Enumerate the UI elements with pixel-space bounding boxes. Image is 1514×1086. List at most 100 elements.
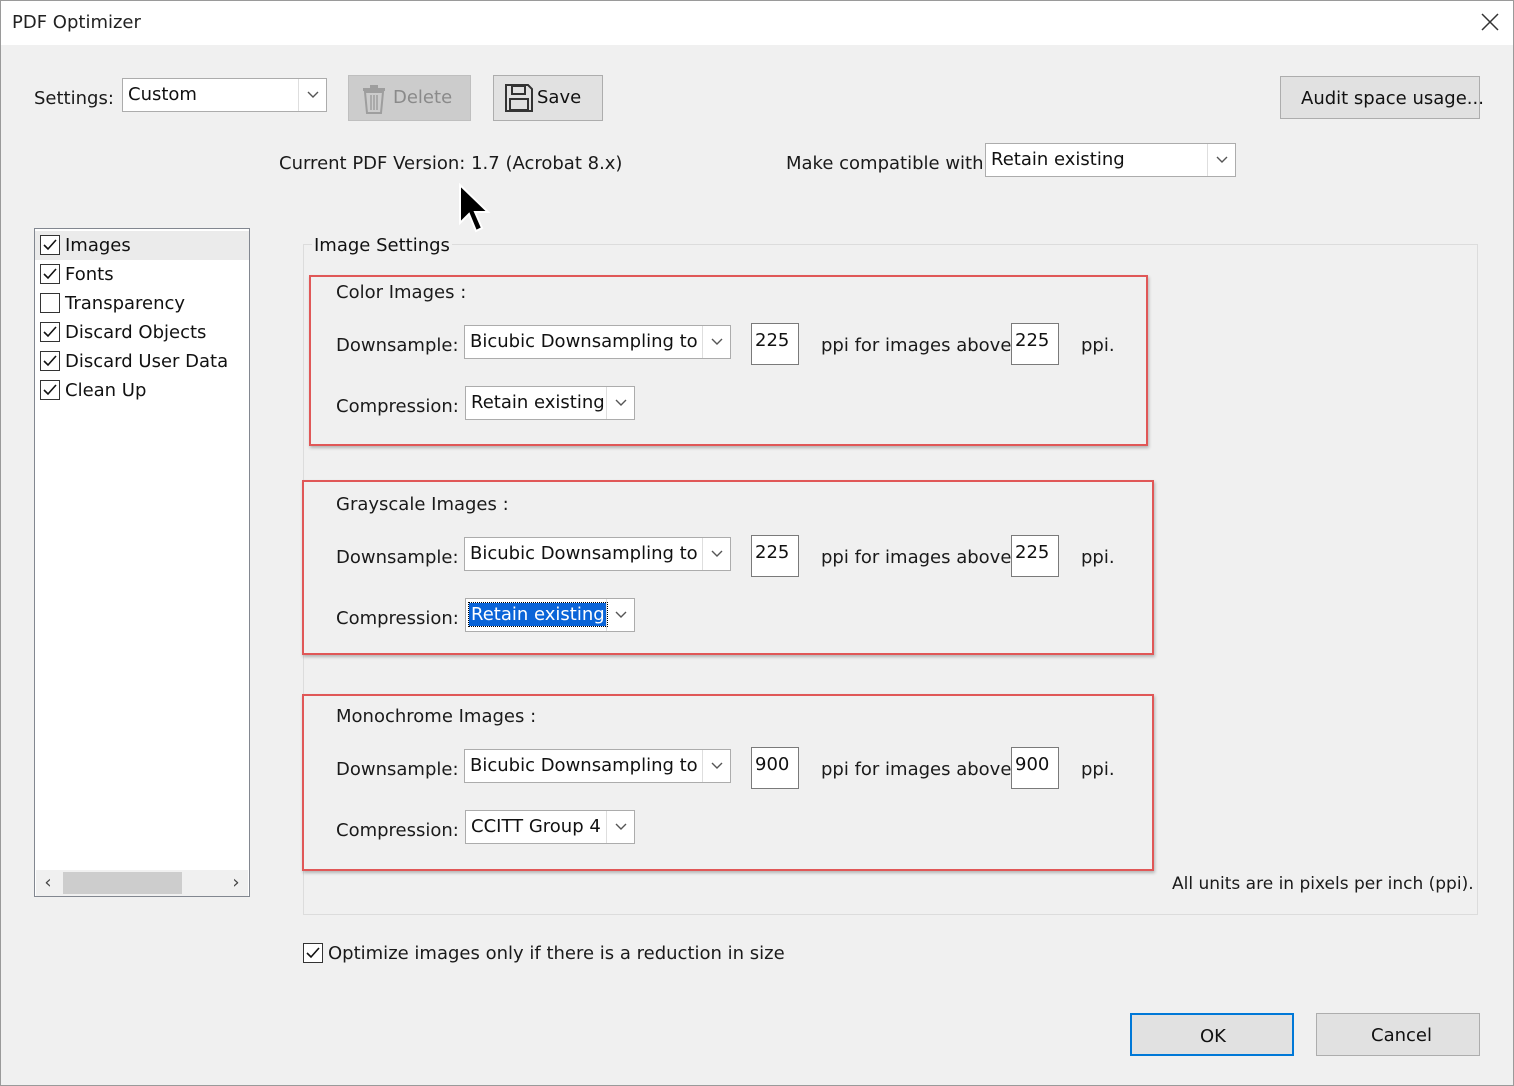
list-item-images[interactable]: Images [35,231,249,260]
scrollbar-thumb[interactable] [63,872,182,894]
optimize-only-label[interactable]: Optimize images only if there is a reduc… [328,943,785,964]
trash-icon [363,85,385,114]
settings-label: Settings: [34,88,114,109]
current-pdf-version: Current PDF Version: 1.7 (Acrobat 8.x) [279,153,623,174]
discard-user-data-checkbox[interactable] [40,351,60,371]
audit-button-label: Audit space usage... [1301,88,1484,109]
threshold-ppi-value: 225 [1015,330,1050,351]
floppy-disk-icon [505,84,533,112]
color-downsample-select[interactable]: Bicubic Downsampling to [464,325,731,359]
threshold-ppi-value: 900 [1015,754,1050,775]
monochrome-threshold-ppi-input[interactable]: 900 [1011,747,1059,789]
delete-button[interactable]: Delete [348,75,471,121]
compression-value: Retain existing [471,392,605,413]
ok-button[interactable]: OK [1130,1013,1294,1056]
list-item-label: Discard Objects [65,322,207,343]
grayscale-downsample-select[interactable]: Bicubic Downsampling to [464,537,731,571]
list-item-label: Transparency [65,293,186,314]
settings-preset-value: Custom [128,84,197,105]
compression-value: Retain existing [468,602,608,627]
clean-up-checkbox[interactable] [40,380,60,400]
list-item-label: Discard User Data [65,351,229,372]
checkmark-icon [43,239,57,251]
monochrome-compression-select[interactable]: CCITT Group 4 [465,810,635,844]
list-item-label: Fonts [65,264,114,285]
list-item-clean-up[interactable]: Clean Up [35,376,249,405]
monochrome-target-ppi-input[interactable]: 900 [751,747,799,789]
threshold-ppi-value: 225 [1015,542,1050,563]
checkmark-icon [43,326,57,338]
target-ppi-value: 900 [755,754,790,775]
close-icon [1481,13,1499,31]
list-item-label: Images [65,235,131,256]
chevron-down-icon [606,599,634,631]
chevron-right-icon[interactable]: › [224,870,248,896]
compatibility-select[interactable]: Retain existing [985,143,1236,177]
chevron-left-icon[interactable]: ‹ [36,870,60,896]
compatibility-value: Retain existing [991,149,1125,170]
checkmark-icon [306,947,320,959]
chevron-down-icon [702,538,730,570]
compatible-label: Make compatible with: [786,153,990,174]
mouse-pointer-icon [459,183,491,233]
save-button-label: Save [537,87,582,108]
category-list[interactable]: Images Fonts Transparency Discard Object… [34,228,250,897]
ppi-suffix: ppi. [1081,547,1115,568]
grayscale-threshold-ppi-input[interactable]: 225 [1011,535,1059,577]
chevron-down-icon [606,387,634,419]
compression-label: Compression: [336,396,459,417]
ppi-suffix: ppi. [1081,759,1115,780]
chevron-down-icon [702,750,730,782]
audit-space-usage-button[interactable]: Audit space usage... [1280,76,1484,119]
list-item-fonts[interactable]: Fonts [35,260,249,289]
downsample-label: Downsample: [336,547,459,568]
list-item-transparency[interactable]: Transparency [35,289,249,318]
downsample-method: Bicubic Downsampling to [470,543,698,564]
compression-label: Compression: [336,608,459,629]
chevron-down-icon [1207,144,1235,176]
chevron-down-icon [702,326,730,358]
units-note: All units are in pixels per inch (ppi). [1172,874,1474,894]
discard-objects-checkbox[interactable] [40,322,60,342]
color-target-ppi-input[interactable]: 225 [751,323,799,365]
list-item-label: Clean Up [65,380,147,401]
fonts-checkbox[interactable] [40,264,60,284]
grayscale-compression-select[interactable]: Retain existing [465,598,635,632]
section-title: Monochrome Images : [336,706,537,727]
above-text: ppi for images above [821,547,1012,568]
horizontal-scrollbar[interactable]: ‹ › [36,870,248,896]
downsample-method: Bicubic Downsampling to [470,755,698,776]
downsample-label: Downsample: [336,335,459,356]
cancel-button-label: Cancel [1371,1025,1432,1046]
above-text: ppi for images above [821,335,1012,356]
downsample-method: Bicubic Downsampling to [470,331,698,352]
target-ppi-value: 225 [755,330,790,351]
settings-preset-select[interactable]: Custom [122,78,327,112]
downsample-label: Downsample: [336,759,459,780]
grayscale-target-ppi-input[interactable]: 225 [751,535,799,577]
monochrome-downsample-select[interactable]: Bicubic Downsampling to [464,749,731,783]
close-button[interactable] [1476,8,1504,36]
color-threshold-ppi-input[interactable]: 225 [1011,323,1059,365]
checkmark-icon [43,384,57,396]
section-title: Grayscale Images : [336,494,509,515]
chevron-down-icon [298,79,326,111]
chevron-down-icon [606,811,634,843]
above-text: ppi for images above [821,759,1012,780]
optimize-only-checkbox[interactable] [303,943,323,963]
window-title: PDF Optimizer [12,12,141,33]
list-item-discard-user-data[interactable]: Discard User Data [35,347,249,376]
compression-label: Compression: [336,820,459,841]
list-item-discard-objects[interactable]: Discard Objects [35,318,249,347]
section-title: Color Images : [336,282,467,303]
ppi-suffix: ppi. [1081,335,1115,356]
cancel-button[interactable]: Cancel [1316,1013,1480,1056]
save-button[interactable]: Save [493,75,603,121]
target-ppi-value: 225 [755,542,790,563]
ok-button-label: OK [1200,1026,1226,1047]
image-settings-title: Image Settings [312,235,452,256]
transparency-checkbox[interactable] [40,293,60,313]
checkmark-icon [43,268,57,280]
color-compression-select[interactable]: Retain existing [465,386,635,420]
images-checkbox[interactable] [40,235,60,255]
